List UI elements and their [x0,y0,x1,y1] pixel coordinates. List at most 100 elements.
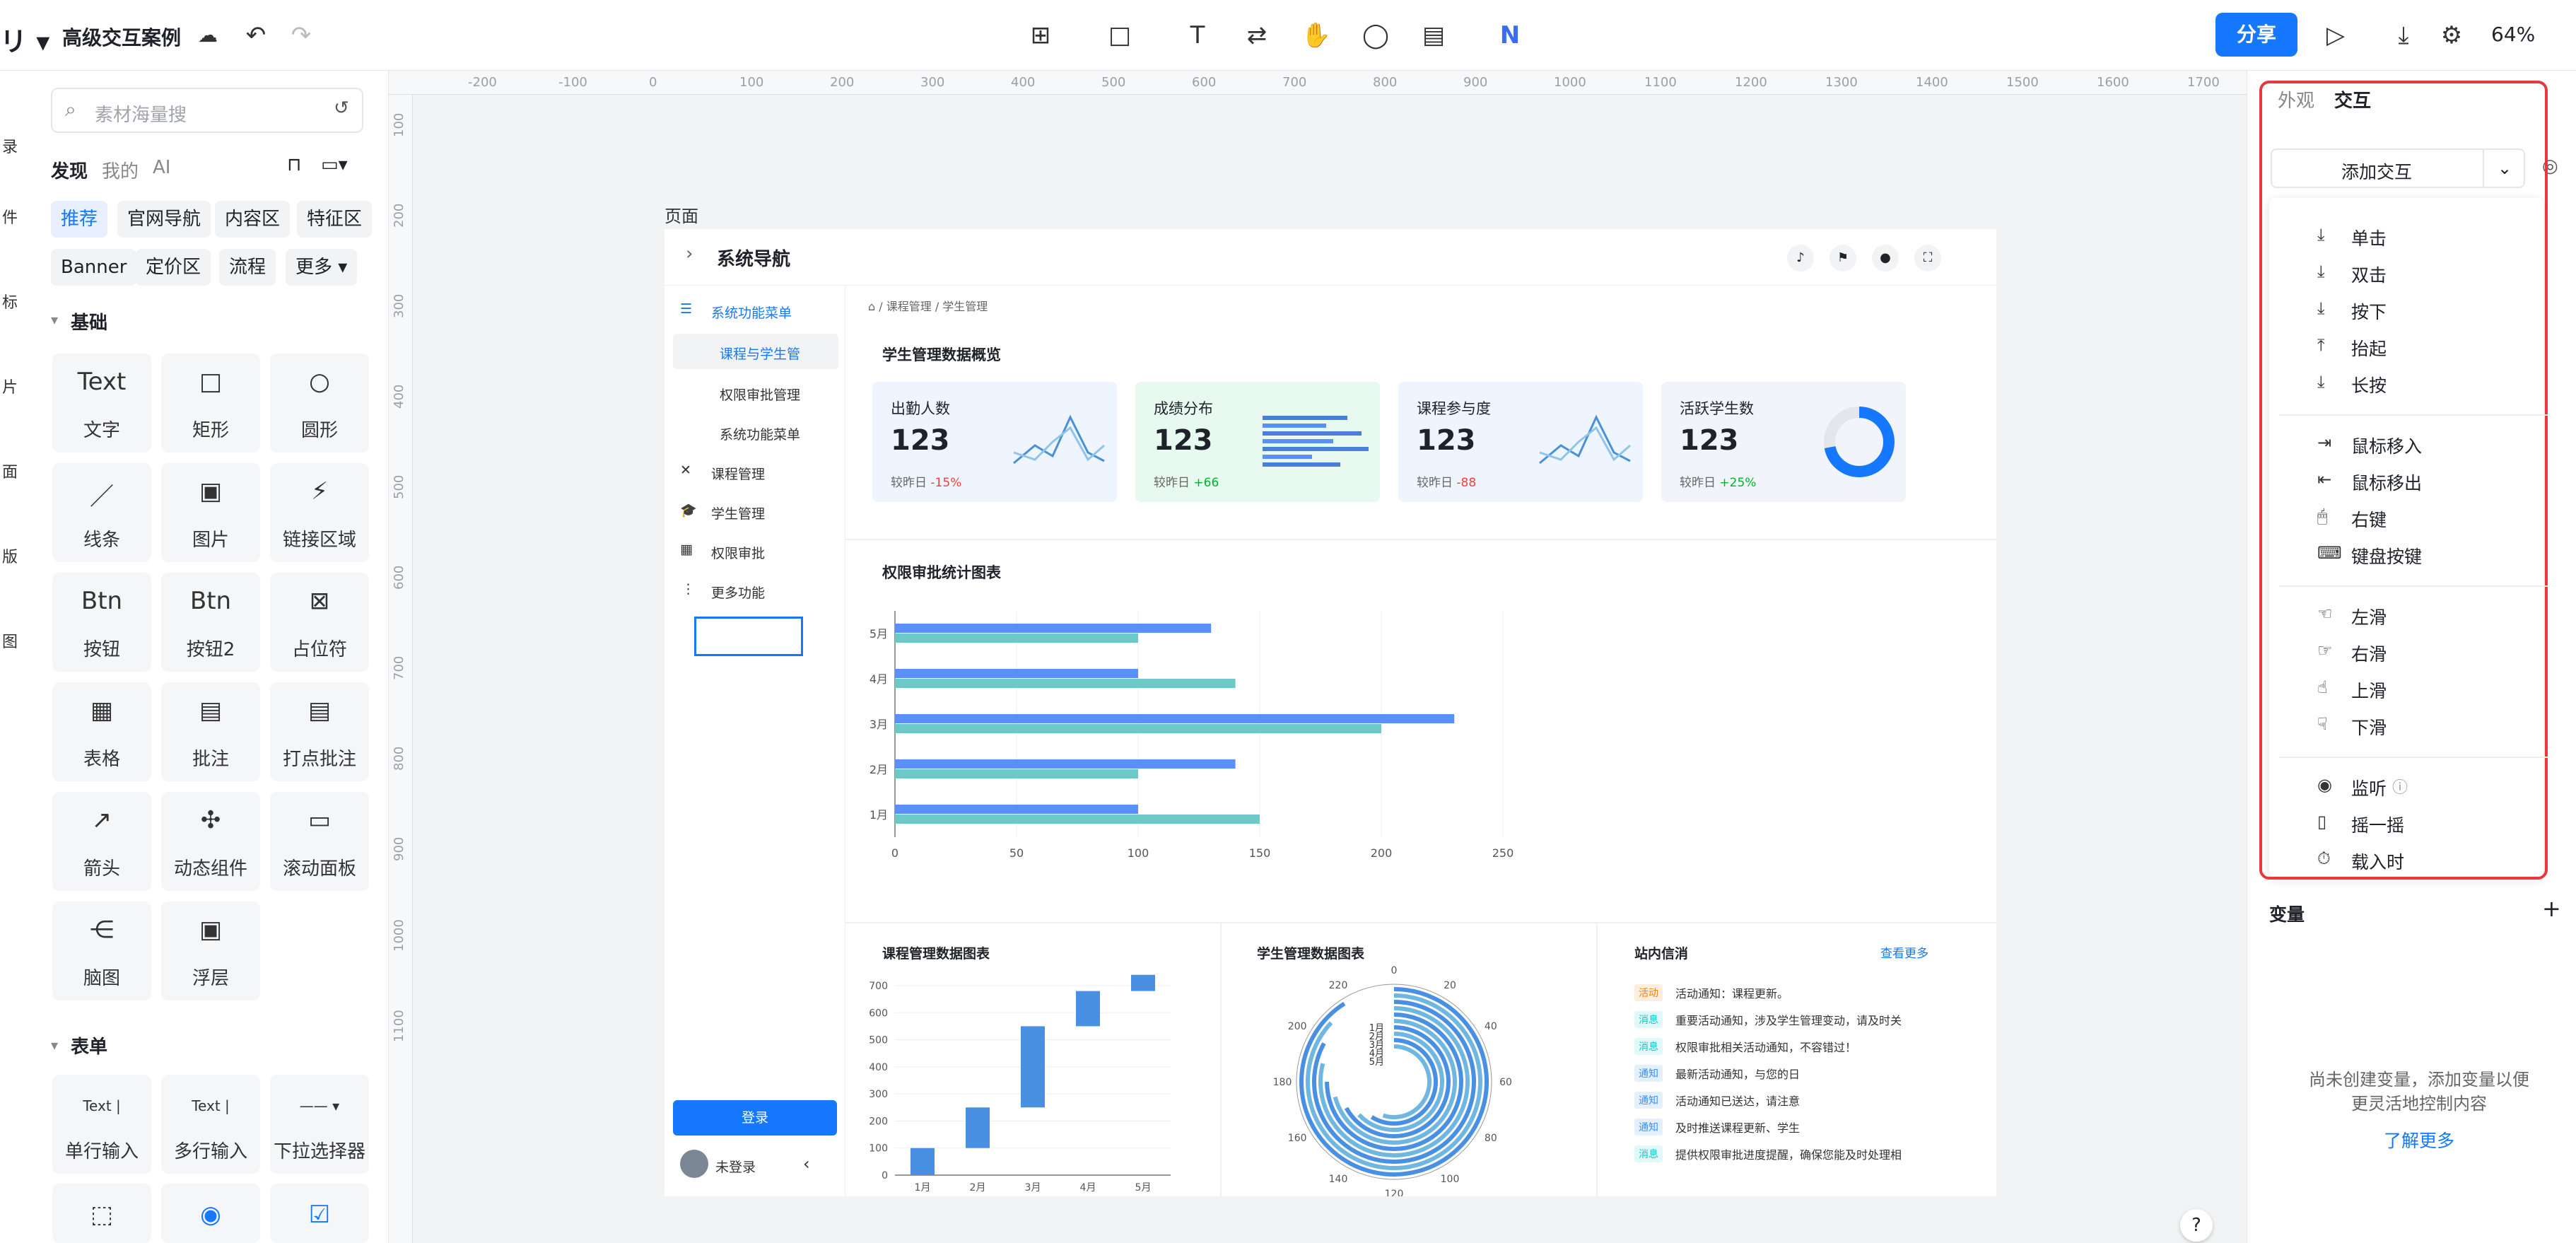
component-upload[interactable]: ⬚ [52,1184,151,1243]
interaction-option[interactable]: 按下 [2351,298,2387,324]
component-card[interactable]: Btn 按钮2 [161,573,260,672]
interaction-option[interactable]: 上滑 [2351,677,2387,703]
nav-item-student[interactable]: 学生管理 [711,503,765,523]
interaction-option[interactable]: 左滑 [2351,604,2387,629]
form-component-card[interactable]: Text | 单行输入 [52,1075,151,1174]
nav-sub-item-approval[interactable]: 权限审批管理 [720,385,800,404]
shape-tool-icon[interactable]: □ [1103,18,1137,52]
interaction-option[interactable]: 鼠标移入 [2351,433,2422,458]
chip-banner[interactable]: Banner [51,249,137,286]
chip-content[interactable]: 内容区 [215,201,291,238]
document-title[interactable]: 高级交互案例 [62,23,181,51]
music-icon[interactable]: ♪ [1787,245,1814,272]
cloud-sync-icon[interactable]: ☁ [191,18,225,52]
add-variable-icon[interactable]: + [2542,895,2561,922]
help-icon[interactable]: ? [2180,1209,2213,1242]
interaction-option[interactable]: 双击 [2351,262,2387,287]
chip-flow[interactable]: 流程 [219,249,276,286]
message-text[interactable]: 重要活动通知，涉及学生管理变动，请及时关 [1675,1011,1902,1028]
message-text[interactable]: 提供权限审批进度提醒，确保您能及时处理相 [1675,1145,1902,1162]
rail-item-layers[interactable]: 版 [0,544,20,567]
nav-sub-active[interactable]: 课程与学生管 [673,334,838,369]
connector-tool-icon[interactable]: ⇄ [1240,18,1274,52]
form-component-card[interactable]: Text | 多行输入 [161,1075,260,1174]
selected-element-box[interactable] [694,617,803,656]
nav-menu-title[interactable]: 系统功能菜单 [711,303,792,322]
message-text[interactable]: 活动通知已送达，请注意 [1675,1092,1800,1109]
component-radio[interactable]: ◉ [161,1184,260,1243]
kpi-card[interactable]: 活跃学生数 123 较昨日 +25% [1661,382,1906,502]
component-card[interactable]: ✣ 动态组件 [161,792,260,891]
settings-sliders-icon[interactable]: ⚙ [2435,18,2469,52]
chip-recommend[interactable]: 推荐 [51,201,108,238]
collapse-form-icon[interactable]: ▾ [51,1037,58,1054]
component-card[interactable]: ▭ 滚动面板 [270,792,369,891]
comment-tool-icon[interactable]: ◯ [1359,18,1393,52]
text-tool-icon[interactable]: T [1181,18,1214,52]
view-more-link[interactable]: 查看更多 [1880,943,1928,961]
flag-icon[interactable]: ⚑ [1829,245,1856,272]
undo-icon[interactable]: ↶ [239,18,273,52]
interaction-option[interactable]: 单击 [2351,225,2387,250]
nav-sub-item-system[interactable]: 系统功能菜单 [720,424,800,443]
info-icon[interactable]: ⓘ [2392,775,2408,798]
tab-ai[interactable]: AI [153,157,170,178]
nav-item-approval[interactable]: 权限审批 [711,543,765,562]
component-card[interactable]: ▤ 批注 [161,682,260,781]
chip-pricing[interactable]: 定价区 [136,249,211,286]
rail-item-components[interactable]: 件 [0,205,20,228]
tab-mine[interactable]: 我的 [102,157,139,183]
search-input[interactable]: ⌕ 素材海量搜 ↺ [51,88,363,133]
download-icon[interactable]: ⤓ [2387,18,2420,52]
component-card[interactable]: Text 文字 [52,354,151,453]
breadcrumb-item[interactable]: 学生管理 [942,300,988,313]
breadcrumb-item[interactable]: 课程管理 [886,300,932,313]
hand-tool-icon[interactable]: ✋ [1299,18,1333,52]
component-card[interactable]: ⚡ 链接区域 [270,463,369,562]
learn-more-link[interactable]: 了解更多 [2384,1127,2454,1152]
rail-item-diagram[interactable]: 图 [0,629,20,652]
expand-chevron-icon[interactable]: › [686,243,693,264]
component-card[interactable]: ▣ 图片 [161,463,260,562]
component-checkbox[interactable]: ☑ [270,1184,369,1243]
interaction-option[interactable]: 抬起 [2351,335,2387,361]
interaction-option[interactable]: 下滑 [2351,714,2387,740]
interaction-option[interactable]: 载入时 [2351,848,2404,874]
component-card[interactable]: ▦ 表格 [52,682,151,781]
message-text[interactable]: 最新活动通知，与您的日 [1675,1065,1800,1082]
kpi-card[interactable]: 课程参与度 123 较昨日 -88 [1398,382,1643,502]
component-card[interactable]: Btn 按钮 [52,573,151,672]
component-card[interactable]: ⋲ 脑图 [52,901,151,1000]
user-circle-icon[interactable]: ● [1872,245,1899,272]
nav-item-more[interactable]: 更多功能 [711,583,765,602]
kpi-card[interactable]: 出勤人数 123 较昨日 -15% [872,382,1117,502]
component-card[interactable]: ○ 圆形 [270,354,369,453]
rail-item-images[interactable]: 片 [0,375,20,397]
rail-item-icons[interactable]: 标 [0,290,20,313]
rail-item-pages[interactable]: 面 [0,460,20,482]
form-component-card[interactable]: —— ▾ 下拉选择器 [270,1075,369,1174]
ai-tool-icon[interactable]: N [1493,18,1527,52]
home-icon[interactable]: ⌂ [868,300,875,313]
component-card[interactable]: ▤ 打点批注 [270,682,369,781]
interaction-option[interactable]: 键盘按键 [2351,543,2422,568]
add-page-icon[interactable]: ⊞ [1024,18,1058,52]
zoom-level[interactable]: 64% [2491,23,2535,46]
note-tool-icon[interactable]: ▤ [1417,18,1451,52]
redo-icon[interactable]: ↷ [284,18,318,52]
nav-item-course[interactable]: 课程管理 [711,464,765,483]
kpi-card[interactable]: 成绩分布 123 较昨日 +66 [1135,382,1380,502]
component-card[interactable]: ↗ 箭头 [52,792,151,891]
message-text[interactable]: 权限审批相关活动通知，不容错过！ [1675,1038,1856,1055]
interaction-option[interactable]: 鼠标移出 [2351,469,2422,495]
layout-icon[interactable]: ▭▾ [321,154,348,175]
interaction-option[interactable]: 右滑 [2351,641,2387,666]
message-text[interactable]: 活动通知：课程更新。 [1675,984,1788,1001]
app-logo[interactable]: リ ▾ [0,20,49,59]
fullscreen-icon[interactable]: ⛶ [1914,245,1941,272]
interaction-option[interactable]: 长按 [2351,372,2387,397]
share-button[interactable]: 分享 [2215,13,2297,57]
history-icon[interactable]: ↺ [334,98,349,119]
preview-play-icon[interactable]: ▷ [2319,18,2353,52]
component-card[interactable]: □ 矩形 [161,354,260,453]
